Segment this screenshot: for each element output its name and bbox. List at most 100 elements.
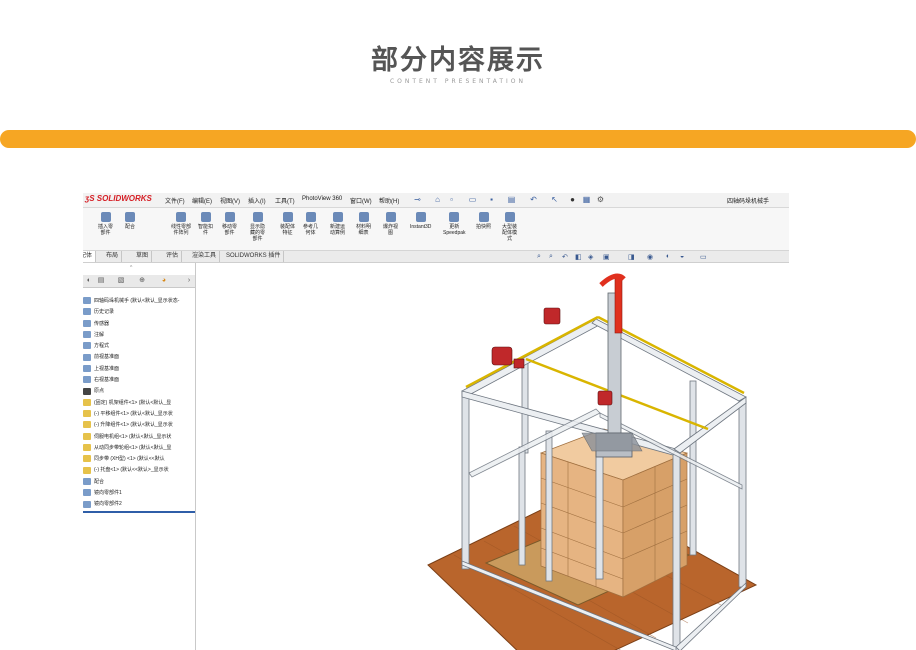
feature-tree-item[interactable]: 原点 bbox=[83, 386, 195, 397]
tab-assembly[interactable]: 装配体 bbox=[83, 251, 97, 262]
tabs-more-icon[interactable]: › bbox=[184, 276, 194, 286]
panel-collapse-arrow-icon[interactable]: ^ bbox=[130, 265, 132, 271]
dynamic-annotation-icon[interactable]: ◈ bbox=[588, 253, 593, 261]
feature-icon bbox=[83, 308, 91, 316]
feature-tree-item[interactable]: 右视基准面 bbox=[83, 375, 195, 386]
feature-icon bbox=[83, 500, 91, 508]
large-assembly-mode-button[interactable]: 大型装 配体模 式 bbox=[502, 212, 517, 242]
smart-fasteners-button[interactable]: 智能扣 件 bbox=[198, 212, 213, 236]
feature-tree-item[interactable]: 方程式 bbox=[83, 341, 195, 352]
insert-components-button[interactable]: 插入零 部件 bbox=[98, 212, 113, 236]
feature-tree-item[interactable]: 传感器 bbox=[83, 319, 195, 330]
save-icon[interactable]: ▪ bbox=[487, 195, 496, 204]
insert-components-icon bbox=[100, 212, 111, 222]
select-icon[interactable]: ↖ bbox=[550, 195, 559, 204]
tab-solidworks-addins[interactable]: SOLIDWORKS 插件 bbox=[223, 251, 285, 262]
feature-tree-item[interactable]: (固定) 机架组件<1> (默认<默认_显 bbox=[83, 398, 195, 409]
cable-chain bbox=[614, 274, 623, 334]
feature-tree-item[interactable]: (-) 升降组件<1> (默认<默认_显示状 bbox=[83, 420, 195, 431]
page-subtitle: CONTENT PRESENTATION bbox=[389, 78, 527, 85]
property-manager-tab-icon[interactable]: ▤ bbox=[96, 276, 106, 286]
feature-icon bbox=[83, 466, 91, 474]
display-manager-tab-icon[interactable]: ◕ bbox=[159, 276, 169, 286]
rebuild-icon[interactable]: ● bbox=[568, 195, 577, 204]
feature-tree-item[interactable]: (-) 托盘<1> (默认<<默认>_显示状 bbox=[83, 465, 195, 476]
exploded-view-button[interactable]: 爆炸视 图 bbox=[383, 212, 398, 236]
ribbon-button-label: Instant3D bbox=[410, 224, 432, 230]
ribbon-button-label: 参考几 何体 bbox=[303, 224, 319, 236]
feature-tree-label: 镜向零部件2 bbox=[94, 501, 122, 508]
menu-file[interactable]: 文件(F) bbox=[165, 196, 185, 205]
update-speedpak-icon bbox=[449, 212, 460, 222]
new-motion-study-button[interactable]: 新建运 动算例 bbox=[330, 212, 345, 236]
menu-window[interactable]: 窗口(W) bbox=[350, 196, 372, 205]
mate-button[interactable]: 配合 bbox=[125, 212, 135, 230]
tab-evaluate[interactable]: 评估 bbox=[163, 251, 183, 262]
feature-tree-item[interactable]: 四轴码垛机械手 (默认<默认_显示状态- bbox=[83, 296, 195, 307]
scene-icon[interactable]: ◒ bbox=[680, 253, 684, 260]
show-hidden-components-button[interactable]: 显示隐 藏的零 部件 bbox=[250, 212, 265, 242]
feature-tree-label: 前视基准面 bbox=[94, 354, 120, 361]
instant3d-button[interactable]: Instant3D bbox=[410, 212, 431, 230]
print-icon[interactable]: ▤ bbox=[507, 195, 516, 204]
undo-icon[interactable]: ↶ bbox=[529, 195, 538, 204]
assembly-features-button[interactable]: 装配体 特征 bbox=[280, 212, 295, 236]
feature-tree-item[interactable]: 同步带 (XH型) <1> (默认<<默认 bbox=[83, 454, 195, 465]
update-speedpak-button[interactable]: 更新 Speedpak bbox=[443, 212, 466, 236]
view-settings-icon[interactable]: ▭ bbox=[700, 253, 707, 261]
feature-tree-label: (-) 升降组件<1> (默认<默认_显示状 bbox=[94, 422, 173, 429]
section-view-icon[interactable]: ◧ bbox=[575, 253, 582, 261]
command-manager: 插入零 部件 配合 线性零部 件阵列 智能扣 件移动零 部件 显示隐 藏的零 部件 装配体… bbox=[83, 208, 789, 251]
linear-component-pattern-button[interactable]: 线性零部 件阵列 bbox=[171, 212, 191, 236]
feature-tree-item[interactable]: 历史记录 bbox=[83, 307, 195, 318]
home-icon[interactable]: ⌂ bbox=[433, 195, 442, 204]
menu-view[interactable]: 视图(V) bbox=[220, 196, 240, 205]
dimxpert-tab-icon[interactable]: ⊕ bbox=[137, 276, 147, 286]
feature-icon bbox=[83, 342, 91, 350]
reference-geometry-button[interactable]: 参考几 何体 bbox=[303, 212, 318, 236]
feature-tree-label: (-) 平移组件<1> (默认<默认_显示状 bbox=[94, 410, 173, 417]
previous-view-icon[interactable]: ↶ bbox=[562, 253, 568, 261]
feature-tree-item[interactable]: (-) 平移组件<1> (默认<默认_显示状 bbox=[83, 409, 195, 420]
feature-tree-item[interactable]: 伺服电机组<1> (默认<默认_显示状 bbox=[83, 432, 195, 443]
ribbon-button-label: 智能扣 件 bbox=[198, 224, 214, 236]
feature-icon bbox=[83, 297, 91, 305]
feature-tree-item[interactable]: 注解 bbox=[83, 330, 195, 341]
feature-tree-item[interactable]: 前视基准面 bbox=[83, 352, 195, 363]
zoom-to-fit-icon[interactable]: ⌕ bbox=[537, 253, 541, 261]
feature-icon bbox=[83, 387, 91, 395]
move-component-button[interactable]: 移动零 部件 bbox=[222, 212, 237, 236]
feature-tree-tab-icon[interactable]: ◐ bbox=[84, 276, 94, 286]
feature-tree-label: 注解 bbox=[94, 331, 105, 338]
menu-help[interactable]: 帮助(H) bbox=[379, 196, 399, 205]
feature-tree-item[interactable]: 镜向零部件1 bbox=[83, 488, 195, 499]
new-icon[interactable]: ▫ bbox=[447, 195, 456, 204]
view-orientation-icon[interactable]: ▣ bbox=[603, 253, 610, 261]
menu-photoview[interactable]: PhotoView 360 bbox=[302, 196, 342, 202]
menu-insert[interactable]: 插入(I) bbox=[248, 196, 266, 205]
take-snapshot-button[interactable]: 拍快照 bbox=[476, 212, 491, 230]
pin-icon[interactable]: ⊸ bbox=[413, 195, 422, 204]
open-icon[interactable]: ▭ bbox=[468, 195, 477, 204]
feature-tree-item[interactable]: 配合 bbox=[83, 477, 195, 488]
display-style-icon[interactable]: ◨ bbox=[628, 253, 635, 261]
tab-layout[interactable]: 布局 bbox=[103, 251, 123, 262]
feature-icon bbox=[83, 421, 91, 429]
new-motion-study-icon bbox=[332, 212, 343, 222]
palletizing-robot-model bbox=[427, 273, 758, 650]
zoom-area-icon[interactable]: ⌕ bbox=[549, 253, 553, 261]
menu-edit[interactable]: 编辑(E) bbox=[192, 196, 212, 205]
feature-tree-item[interactable]: 从动同步带轮组<1> (默认<默认_显 bbox=[83, 443, 195, 454]
graphics-area[interactable] bbox=[196, 263, 789, 650]
menu-tools[interactable]: 工具(T) bbox=[275, 196, 295, 205]
edit-appearance-icon[interactable]: ◐ bbox=[666, 253, 670, 260]
configuration-manager-tab-icon[interactable]: ▧ bbox=[116, 276, 126, 286]
options-icon[interactable]: ⚙ bbox=[596, 195, 605, 204]
hide-show-items-icon[interactable]: ◉ bbox=[647, 253, 653, 261]
tab-sketch[interactable]: 草图 bbox=[133, 251, 153, 262]
feature-tree-item[interactable]: 上视基准面 bbox=[83, 364, 195, 375]
feature-tree-item[interactable]: 镜向零部件2 bbox=[83, 499, 195, 513]
tab-render-tools[interactable]: 渲染工具 bbox=[189, 251, 221, 262]
bill-of-materials-button[interactable]: 材料明 细表 bbox=[356, 212, 371, 236]
file-properties-icon[interactable]: ▦ bbox=[582, 195, 591, 204]
